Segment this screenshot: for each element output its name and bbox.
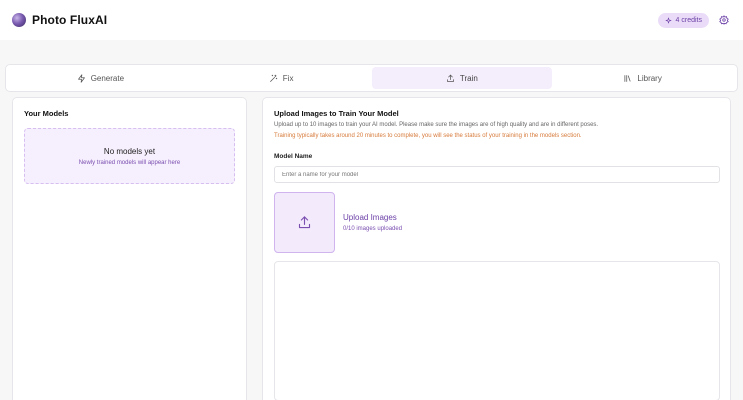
upload-images-title: Upload Images (343, 213, 397, 222)
header-actions: 4 credits (657, 12, 729, 28)
tab-label: Generate (90, 73, 125, 83)
tab-fix[interactable]: Fix (191, 67, 372, 89)
top-bar: Photo FluxAI 4 credits (0, 0, 743, 40)
credits-badge[interactable]: 4 credits (657, 12, 709, 28)
credits-label: 4 credits (675, 16, 702, 24)
settings-button[interactable] (719, 15, 729, 25)
image-preview-area[interactable] (274, 261, 720, 400)
models-title: Your Models (24, 109, 69, 118)
empty-state-subtitle: Newly trained models will appear here (78, 159, 181, 166)
tab-label: Fix (282, 73, 294, 83)
model-name-label: Model Name (274, 153, 313, 160)
upload-row: Upload Images 0/10 images uploaded (274, 192, 719, 253)
upload-count: 0/10 images uploaded (343, 226, 403, 232)
gear-icon (719, 15, 729, 25)
upload-icon (298, 216, 311, 229)
upload-icon (447, 74, 454, 82)
magic-wand-icon (269, 74, 278, 82)
tab-label: Train (459, 73, 478, 83)
empty-state: No models yet Newly trained models will … (24, 128, 235, 184)
models-panel: Your Models No models yet Newly trained … (12, 97, 247, 400)
upload-title: Upload Images to Train Your Model (274, 109, 399, 118)
lightning-icon (77, 73, 85, 83)
logo-icon (12, 13, 26, 27)
sparkle-icon (665, 17, 671, 23)
model-name-input[interactable] (274, 166, 720, 183)
tab-library[interactable]: Library (552, 67, 733, 89)
tab-label: Library (637, 73, 662, 83)
upload-info: Upload Images 0/10 images uploaded (343, 213, 402, 232)
empty-state-title: No models yet (103, 146, 156, 156)
training-panel: Upload Images to Train Your Model Upload… (262, 97, 731, 400)
training-note: Training typically takes around 20 minut… (274, 133, 582, 139)
tab-train[interactable]: Train (371, 67, 553, 89)
tab-generate[interactable]: Generate (10, 67, 191, 89)
brand[interactable]: Photo FluxAI (12, 13, 107, 27)
library-icon (624, 74, 631, 82)
brand-name: Photo FluxAI (32, 13, 108, 27)
tab-bar: Generate Fix Train Library (5, 64, 738, 92)
upload-description: Upload up to 10 images to train your AI … (274, 122, 599, 128)
upload-images-button[interactable] (274, 192, 335, 253)
